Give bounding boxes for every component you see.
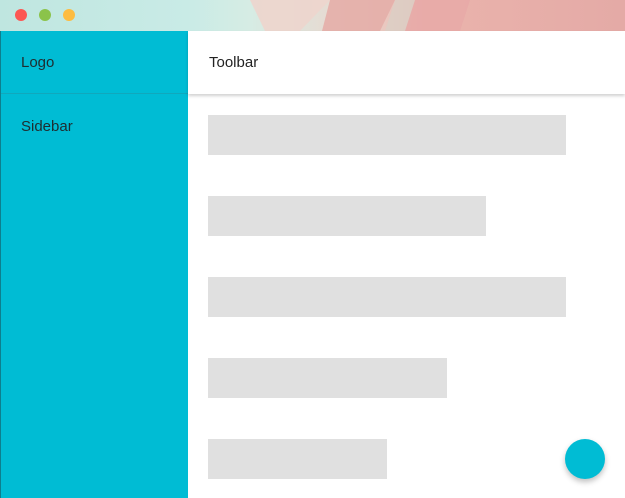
content-placeholder — [208, 196, 486, 236]
content-placeholder — [208, 277, 566, 317]
title-bar-background — [250, 0, 470, 31]
toolbar: Toolbar — [188, 31, 625, 94]
content-placeholder — [208, 115, 566, 155]
content-placeholder — [208, 439, 387, 479]
toolbar-title: Toolbar — [209, 54, 259, 71]
maximize-window-button[interactable] — [63, 9, 75, 21]
close-window-button[interactable] — [15, 9, 27, 21]
title-bar — [0, 0, 625, 31]
floating-action-button[interactable] — [565, 439, 605, 479]
content-placeholder — [208, 358, 447, 398]
sidebar: Logo Sidebar — [1, 31, 188, 498]
sidebar-logo-label: Logo — [21, 53, 55, 71]
sidebar-logo[interactable]: Logo — [1, 31, 188, 94]
app-window: Logo Sidebar Toolbar — [0, 0, 625, 498]
sidebar-item[interactable]: Sidebar — [1, 94, 188, 158]
minimize-window-button[interactable] — [39, 9, 51, 21]
main-content — [188, 94, 625, 498]
sidebar-item-label: Sidebar — [21, 117, 73, 135]
